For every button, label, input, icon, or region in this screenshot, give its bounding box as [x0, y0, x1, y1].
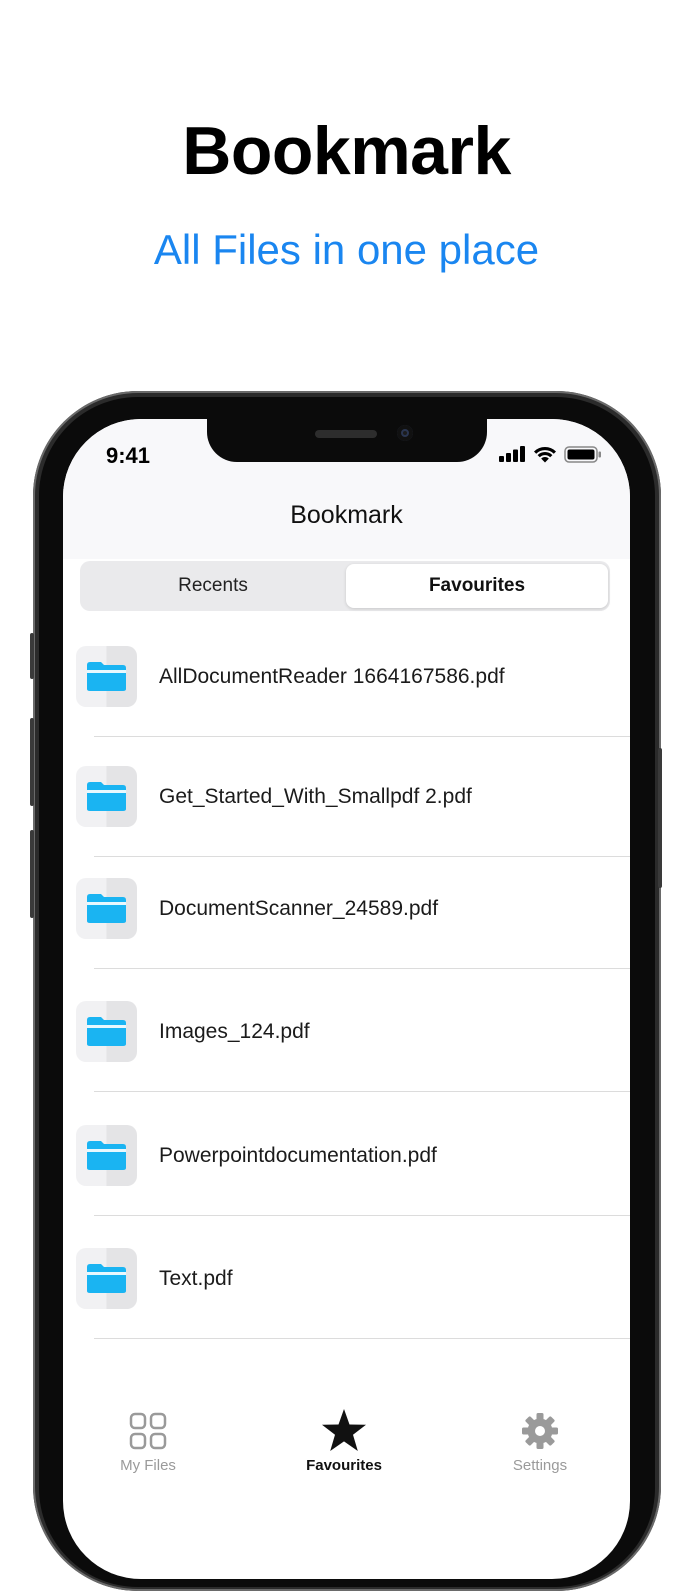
wifi-icon: [534, 446, 556, 462]
list-divider: [94, 1338, 630, 1339]
status-bar: 9:41: [63, 419, 630, 479]
promo-subtitle: All Files in one place: [153, 226, 540, 273]
segment-favourites[interactable]: Favourites: [346, 564, 608, 608]
volume-down-button: [30, 830, 34, 918]
tab-label-my-files: My Files: [120, 1457, 176, 1474]
list-item[interactable]: Images_124.pdf: [63, 979, 630, 1101]
grid-icon: [129, 1412, 167, 1450]
tab-label-favourites: Favourites: [306, 1457, 382, 1474]
phone-screen: 9:41 Bookmark Recents Favourites AllDocu…: [63, 419, 630, 1579]
folder-icon: [76, 1001, 137, 1062]
folder-icon: [76, 1125, 137, 1186]
battery-icon: [564, 445, 601, 463]
list-divider: [94, 968, 630, 969]
status-time: 9:41: [106, 443, 151, 468]
silent-switch: [30, 633, 34, 679]
tab-bar: My Files Favourites Settings: [63, 1404, 630, 1504]
tab-label-settings: Settings: [512, 1457, 568, 1474]
folder-icon: [76, 766, 137, 827]
list-divider: [94, 1215, 630, 1216]
folder-icon: [76, 646, 137, 707]
file-name: AllDocumentReader 1664167586.pdf: [159, 665, 505, 688]
promo-title: Bookmark: [182, 113, 511, 189]
list-divider: [94, 1091, 630, 1092]
list-item[interactable]: Text.pdf: [63, 1226, 630, 1348]
list-item[interactable]: DocumentScanner_24589.pdf: [63, 856, 630, 978]
list-divider: [94, 736, 630, 737]
list-item[interactable]: AllDocumentReader 1664167586.pdf: [63, 624, 630, 746]
gear-icon: [522, 1413, 558, 1449]
file-name: Images_124.pdf: [159, 1020, 310, 1043]
file-name: Text.pdf: [159, 1267, 233, 1290]
folder-icon: [76, 878, 137, 939]
list-item[interactable]: Powerpointdocumentation.pdf: [63, 1103, 630, 1225]
segmented-control: Recents Favourites: [80, 561, 610, 611]
signal-icon: [499, 446, 525, 462]
segment-recents[interactable]: Recents: [82, 564, 344, 608]
file-name: Get_Started_With_Smallpdf 2.pdf: [159, 785, 472, 808]
status-icons: [499, 445, 602, 463]
list-item[interactable]: Get_Started_With_Smallpdf 2.pdf: [63, 744, 630, 866]
file-name: DocumentScanner_24589.pdf: [159, 897, 439, 920]
volume-up-button: [30, 718, 34, 806]
nav-title: Bookmark: [290, 501, 403, 529]
star-icon: [322, 1409, 366, 1451]
power-button: [658, 748, 662, 888]
file-name: Powerpointdocumentation.pdf: [159, 1144, 437, 1167]
folder-icon: [76, 1248, 137, 1309]
